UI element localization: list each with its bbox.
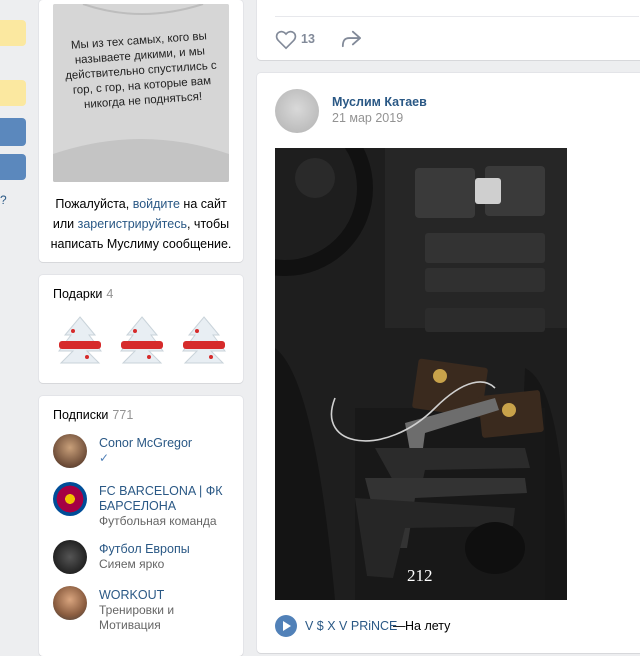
subscription-item[interactable]: Conor McGregor ✓ bbox=[53, 434, 239, 478]
subscription-name[interactable]: Conor McGregor bbox=[99, 436, 239, 451]
post-author-avatar[interactable] bbox=[275, 89, 319, 133]
subscription-item[interactable]: WORKOUT Тренировки и Мотивация bbox=[53, 586, 239, 632]
profile-photo[interactable]: Мы из тех самых, кого вы называете диким… bbox=[53, 4, 229, 182]
login-link[interactable]: войдите bbox=[133, 197, 180, 211]
subscription-desc: Сияем ярко bbox=[99, 557, 165, 571]
audio-title[interactable]: На лету bbox=[405, 619, 450, 633]
post-date[interactable]: 21 мар 2019 bbox=[332, 111, 403, 125]
subscriptions-title[interactable]: Подписки 771 bbox=[53, 408, 133, 422]
share-arrow-icon[interactable] bbox=[340, 29, 362, 49]
shirt-text: Мы из тех самых, кого вы называете диким… bbox=[64, 30, 218, 112]
gift-tree-icon[interactable] bbox=[177, 313, 231, 367]
avatar-card: Мы из тех самых, кого вы называете диким… bbox=[39, 0, 243, 262]
edge-question-mark[interactable]: ? bbox=[0, 193, 7, 207]
audio-separator: — bbox=[393, 619, 406, 633]
register-link[interactable]: зарегистрируйтесь bbox=[78, 217, 187, 231]
photo-caption: 212 bbox=[407, 566, 433, 585]
edge-blue-2[interactable] bbox=[0, 154, 26, 180]
gifts-title[interactable]: Подарки 4 bbox=[53, 287, 113, 301]
subscription-avatar[interactable] bbox=[53, 540, 87, 574]
gifts-card: Подарки 4 bbox=[39, 275, 243, 383]
post-photo-image bbox=[275, 148, 567, 600]
edge-blue-1[interactable] bbox=[0, 118, 26, 146]
subscription-name[interactable]: WORKOUT bbox=[99, 588, 239, 603]
heart-icon[interactable] bbox=[275, 30, 297, 50]
subscription-avatar[interactable] bbox=[53, 586, 87, 620]
subscriptions-count: 771 bbox=[112, 408, 134, 422]
likes-count: 13 bbox=[301, 32, 315, 46]
subscription-item[interactable]: FC BARCELONA | ФК БАРСЕЛОНА Футбольная к… bbox=[53, 482, 239, 532]
subscription-avatar[interactable] bbox=[53, 434, 87, 468]
edge-yellow-1 bbox=[0, 20, 26, 46]
gift-tree-icon[interactable] bbox=[115, 313, 169, 367]
gift-tree-icon[interactable] bbox=[53, 313, 107, 367]
post-author-name[interactable]: Муслим Катаев bbox=[332, 95, 427, 109]
subscription-desc: Футбольная команда bbox=[99, 514, 217, 528]
gifts-count: 4 bbox=[106, 287, 114, 301]
post-divider bbox=[275, 16, 639, 17]
play-icon[interactable] bbox=[275, 615, 297, 637]
audio-artist[interactable]: V $ X V PRiNCE bbox=[305, 619, 397, 633]
login-note: Пожалуйста, войдите на сайт или зарегист… bbox=[50, 197, 232, 251]
subscription-name[interactable]: FC BARCELONA | ФК БАРСЕЛОНА bbox=[99, 484, 239, 514]
subscription-avatar[interactable] bbox=[53, 482, 87, 516]
subscription-item[interactable]: Футбол Европы Сияем ярко bbox=[53, 540, 239, 584]
subscription-name[interactable]: Футбол Европы bbox=[99, 542, 239, 557]
subscriptions-card: Подписки 771 Conor McGregor ✓ FC BARCELON… bbox=[39, 396, 243, 656]
subscription-desc: Тренировки и Мотивация bbox=[99, 603, 175, 632]
subscription-desc: ✓ bbox=[99, 451, 110, 465]
post-card: Муслим Катаев 21 мар 2019 212 V $ X V PR… bbox=[257, 73, 640, 653]
post-photo[interactable]: 212 bbox=[275, 148, 567, 600]
edge-yellow-2 bbox=[0, 80, 26, 106]
audio-track[interactable]: V $ X V PRiNCE — На лету bbox=[275, 615, 635, 639]
previous-post-footer: 13 bbox=[257, 0, 640, 60]
